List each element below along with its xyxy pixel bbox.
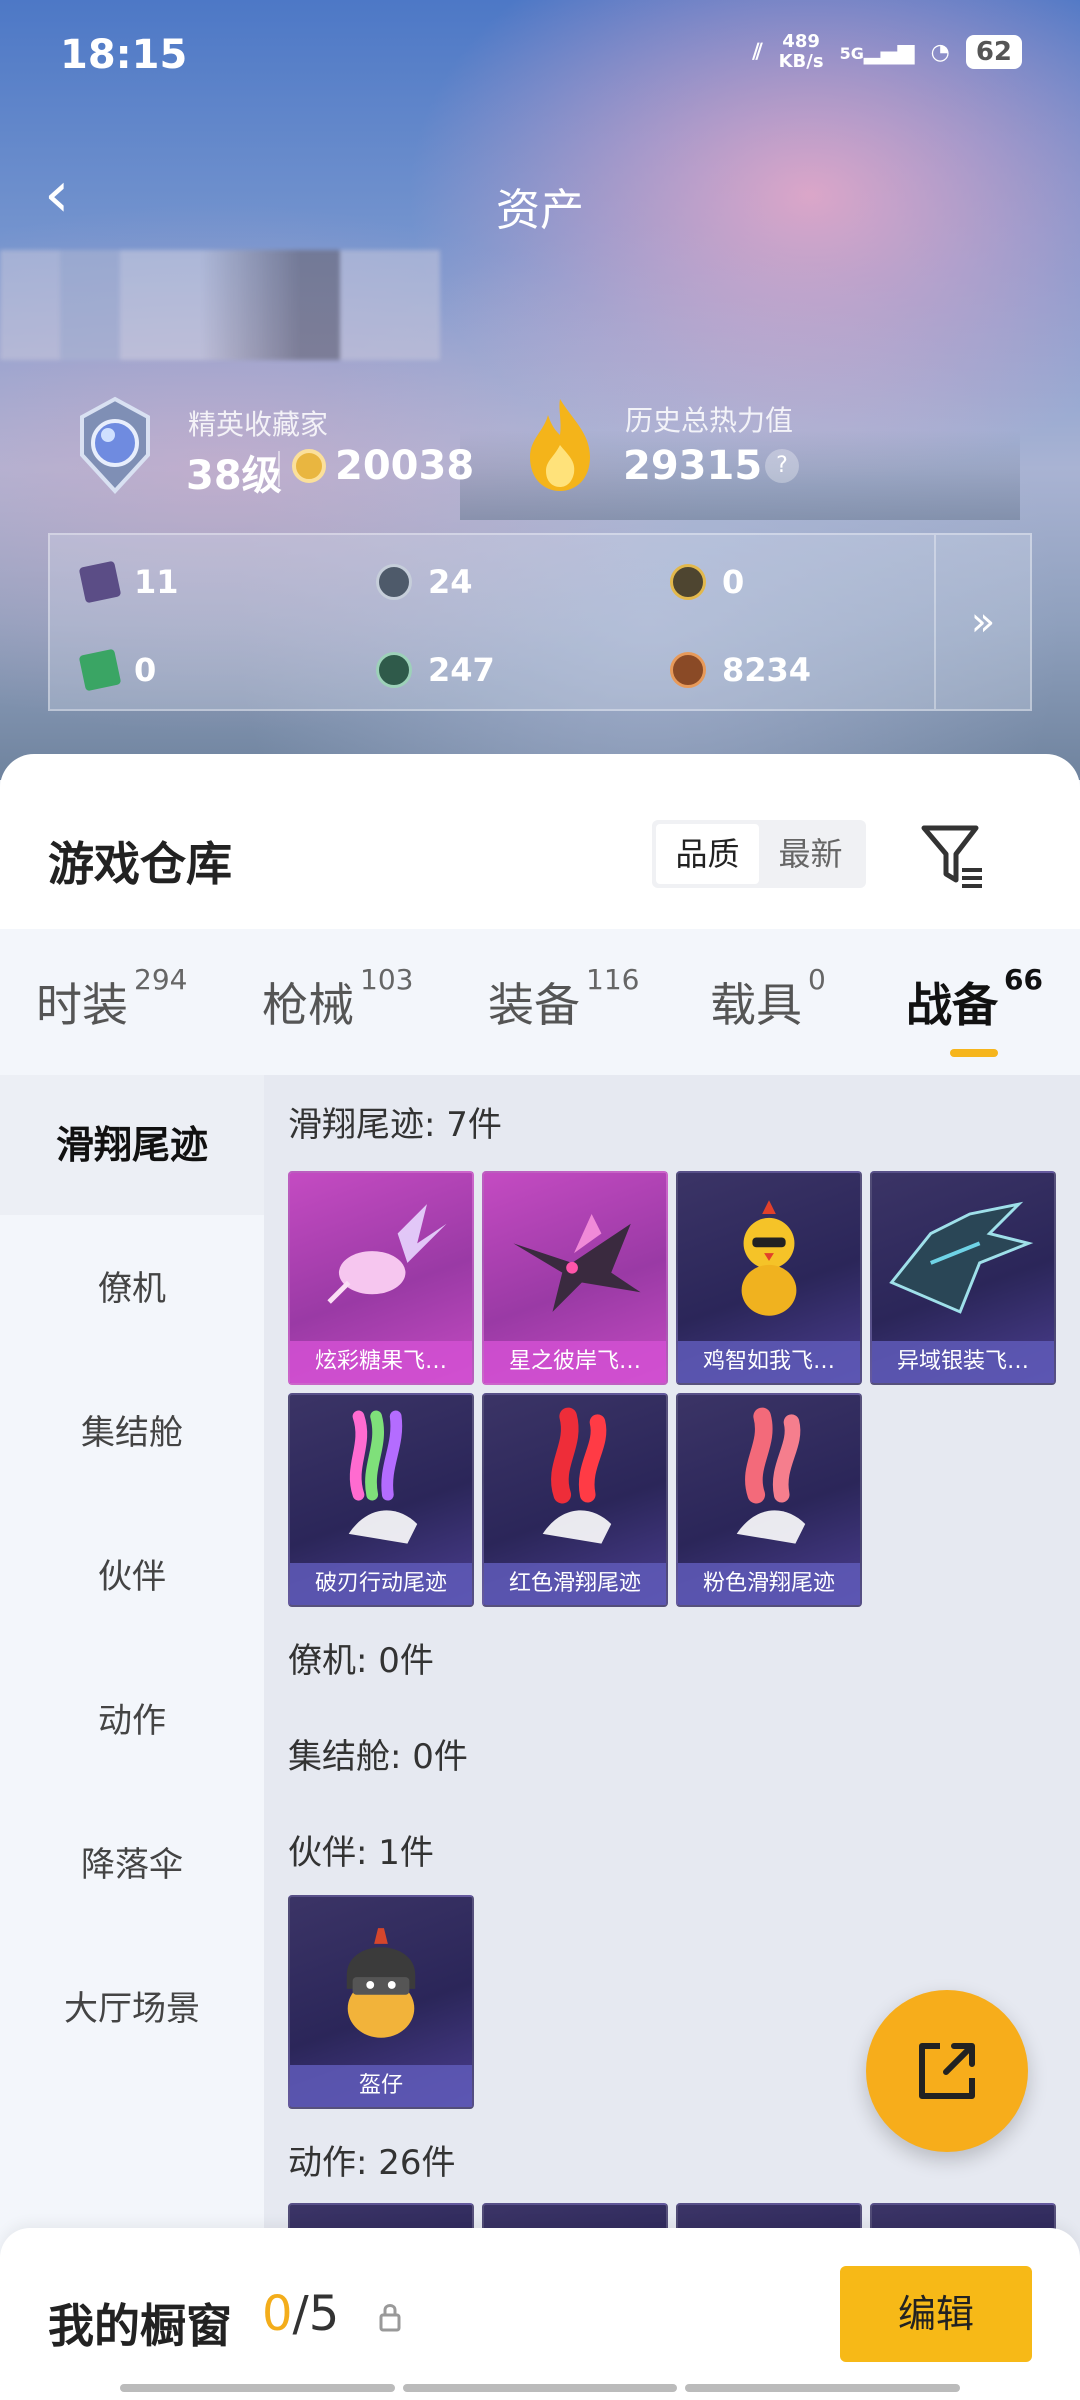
subcat-pod[interactable]: 集结舱 <box>0 1363 264 1503</box>
green-coin-icon <box>376 652 412 688</box>
item-card[interactable]: 星之彼岸飞… <box>482 1171 668 1385</box>
item-card[interactable]: 粉色滑翔尾迹 <box>676 1393 862 1607</box>
item-name: 鸡智如我飞… <box>678 1341 860 1383</box>
section-emote-label: 动作: 26件 <box>288 2143 456 2183</box>
status-bar: 18:15 ⫽ 489 KB/s 5G▂▄▆ ◔ 62 <box>0 0 1080 110</box>
tab-fashion[interactable]: 时装 294 <box>36 963 187 1035</box>
item-card[interactable]: 盔仔 <box>288 1895 474 2109</box>
edit-button[interactable]: 编辑 <box>840 2266 1032 2362</box>
coin-icon <box>292 449 326 483</box>
warehouse-sheet: 游戏仓库 品质 最新 时装 294 枪械 103 装备 116 载具 0 战备 66 滑翔… <box>0 754 1080 2400</box>
item-name: 异域银装飞… <box>872 1341 1054 1383</box>
item-name: 粉色滑翔尾迹 <box>678 1563 860 1605</box>
tab-equipment[interactable]: 装备 116 <box>488 963 639 1035</box>
wifi-icon: ◔ <box>930 39 950 65</box>
subcat-glide-trail[interactable]: 滑翔尾迹 <box>0 1075 264 1215</box>
section-wingman-label: 僚机: 0件 <box>288 1641 434 1681</box>
divider <box>278 451 280 487</box>
gold-token-icon <box>670 564 706 600</box>
filter-icon[interactable] <box>918 820 988 890</box>
stat-cards: 11 <box>78 560 179 604</box>
item-card[interactable]: 破刃行动尾迹 <box>288 1393 474 1607</box>
card-icon <box>78 560 122 604</box>
network-speed: 489 KB/s <box>778 31 824 72</box>
rank-summary: 精英收藏家 38级 20038 历史总热力值 29315 ? <box>70 395 1030 505</box>
top-nav: ‹ 资产 <box>0 160 1080 240</box>
tab-gear[interactable]: 战备 66 <box>906 963 1043 1035</box>
stat-tickets: 0 <box>78 648 156 692</box>
bat-trail-icon <box>513 1213 641 1312</box>
subcat-lobby-scene[interactable]: 大厅场景 <box>0 1939 264 2079</box>
data-saver-icon: ⫽ <box>752 39 763 65</box>
subcat-wingman[interactable]: 僚机 <box>0 1219 264 1359</box>
resource-stats: 11 24 0 0 247 8234 » <box>48 533 1032 711</box>
gesture-bar <box>120 2384 961 2392</box>
sort-newest-button[interactable]: 最新 <box>759 824 862 884</box>
flame-icon <box>530 399 590 491</box>
showcase-bar: 我的橱窗 0/5 编辑 <box>0 2228 1080 2400</box>
subcategory-nav: 滑翔尾迹 僚机 集结舱 伙伴 动作 降落伞 大厅场景 <box>0 1075 264 2400</box>
section-pod-label: 集结舱: 0件 <box>288 1737 468 1777</box>
subcat-partner[interactable]: 伙伴 <box>0 1507 264 1647</box>
warehouse-header: 游戏仓库 品质 最新 <box>0 754 1080 929</box>
heat-label: 历史总热力值 <box>625 404 794 437</box>
page-title: 资产 <box>496 185 584 236</box>
stats-expand-button[interactable]: » <box>934 535 1030 709</box>
showcase-count: 0/5 <box>262 2286 340 2342</box>
category-tabs: 时装 294 枪械 103 装备 116 载具 0 战备 66 <box>0 929 1080 1075</box>
chicken-trail-icon <box>741 1200 797 1316</box>
blurred-username <box>0 250 440 360</box>
heat-value: 29315 <box>623 443 763 489</box>
stat-green-coin: 247 <box>376 651 495 689</box>
sort-toggle: 品质 最新 <box>652 820 866 888</box>
status-icons: ⫽ 489 KB/s 5G▂▄▆ ◔ 62 <box>753 32 1022 72</box>
help-icon[interactable]: ? <box>765 449 799 483</box>
item-name: 破刃行动尾迹 <box>290 1563 472 1605</box>
item-card[interactable]: 红色滑翔尾迹 <box>482 1393 668 1607</box>
pink-smoke-trail-icon <box>736 1407 806 1544</box>
rank-level: 38级 <box>186 453 282 499</box>
item-name: 红色滑翔尾迹 <box>484 1563 666 1605</box>
item-name: 盔仔 <box>290 2065 472 2107</box>
ticket-icon <box>78 648 122 692</box>
red-smoke-trail-icon <box>542 1407 612 1544</box>
candy-trail-icon <box>327 1204 447 1304</box>
section-glide-label: 滑翔尾迹: 7件 <box>288 1105 502 1145</box>
item-grid-area: 滑翔尾迹: 7件 炫彩糖果飞… 星之彼岸飞… 鸡智如我飞… 异域银装飞… 破刃行… <box>264 1075 1080 2400</box>
item-card[interactable]: 鸡智如我飞… <box>676 1171 862 1385</box>
tab-vehicles[interactable]: 载具 0 <box>710 963 826 1035</box>
showcase-label: 我的橱窗 <box>48 2299 232 2353</box>
tab-guns[interactable]: 枪械 103 <box>262 963 413 1035</box>
subcat-parachute[interactable]: 降落伞 <box>0 1795 264 1935</box>
item-name: 星之彼岸飞… <box>484 1341 666 1383</box>
item-name: 炫彩糖果飞… <box>290 1341 472 1383</box>
share-icon <box>919 2043 975 2099</box>
status-time: 18:15 <box>60 32 188 78</box>
rank-label: 精英收藏家 <box>188 408 329 441</box>
lock-icon <box>379 2304 401 2332</box>
cell-signal-icon: 5G▂▄▆ <box>839 39 915 65</box>
stat-silver: 24 <box>376 563 473 601</box>
active-tab-indicator <box>950 1049 998 1057</box>
battery-icon: 62 <box>965 35 1022 69</box>
item-card[interactable]: 异域银装飞… <box>870 1171 1056 1385</box>
share-button[interactable] <box>866 1990 1028 2152</box>
rank-coins: 20038 <box>335 443 475 489</box>
stat-gold-token: 0 <box>670 563 744 601</box>
section-partner-label: 伙伴: 1件 <box>288 1833 434 1873</box>
item-card[interactable]: 炫彩糖果飞… <box>288 1171 474 1385</box>
wing-trail-icon <box>889 1201 1034 1314</box>
rainbow-smoke-trail-icon <box>348 1410 418 1544</box>
silver-coin-icon <box>376 564 412 600</box>
stat-bronze-coin: 8234 <box>670 651 811 689</box>
warehouse-title: 游戏仓库 <box>48 837 232 891</box>
helmet-chick-icon <box>346 1928 416 2038</box>
sort-quality-button[interactable]: 品质 <box>656 824 759 884</box>
subcat-emote[interactable]: 动作 <box>0 1651 264 1791</box>
collector-badge-icon <box>80 396 150 494</box>
bronze-coin-icon <box>670 652 706 688</box>
double-chevron-icon: » <box>970 599 996 645</box>
